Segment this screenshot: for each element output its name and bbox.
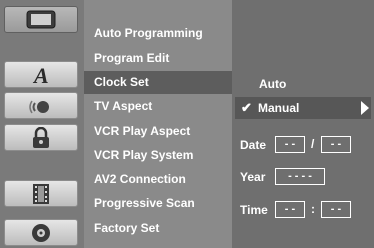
menu-item-vcr-play-aspect[interactable]: VCR Play Aspect	[84, 120, 232, 143]
clock-set-panel: Auto ✔ Manual Date - - / - - Year - - - …	[232, 0, 374, 248]
lock-icon[interactable]	[4, 124, 78, 151]
arrow-right-icon	[361, 101, 369, 115]
option-manual[interactable]: ✔ Manual	[235, 97, 371, 119]
audio-icon[interactable]	[4, 92, 78, 119]
svg-text:A: A	[32, 64, 49, 86]
menu-item-factory-set[interactable]: Factory Set	[84, 217, 232, 240]
menu-item-auto-programming[interactable]: Auto Programming	[84, 22, 232, 45]
menu-item-av2-connection[interactable]: AV2 Connection	[84, 168, 232, 191]
date-label: Date	[240, 138, 267, 152]
time-hour-field[interactable]: - -	[275, 201, 305, 218]
date-month-field[interactable]: - -	[275, 136, 305, 153]
date-day-field[interactable]: - -	[321, 136, 351, 153]
menu-item-clock-set[interactable]: Clock Set	[84, 71, 232, 94]
checkmark-icon: ✔	[241, 100, 252, 115]
menu-item-vcr-play-system[interactable]: VCR Play System	[84, 144, 232, 167]
time-minute-field[interactable]: - -	[321, 201, 351, 218]
setup-screen: A Auto Programming Program Edit Clock Se…	[0, 0, 374, 248]
language-icon[interactable]: A	[4, 61, 78, 88]
category-icon-column: A	[0, 0, 84, 248]
time-separator: :	[311, 202, 315, 216]
tv-icon[interactable]	[4, 6, 78, 33]
option-auto[interactable]: Auto	[259, 77, 286, 91]
option-manual-label: Manual	[258, 101, 300, 115]
date-separator: /	[311, 137, 315, 151]
time-label: Time	[240, 203, 268, 217]
menu-item-program-edit[interactable]: Program Edit	[84, 47, 232, 70]
menu-item-tv-aspect[interactable]: TV Aspect	[84, 95, 232, 118]
year-field[interactable]: - - - -	[275, 168, 325, 185]
film-icon[interactable]	[4, 180, 78, 207]
setup-menu: Auto Programming Program Edit Clock Set …	[84, 0, 232, 248]
menu-item-progressive-scan[interactable]: Progressive Scan	[84, 192, 232, 215]
disc-icon[interactable]	[4, 219, 78, 246]
year-label: Year	[240, 170, 266, 184]
